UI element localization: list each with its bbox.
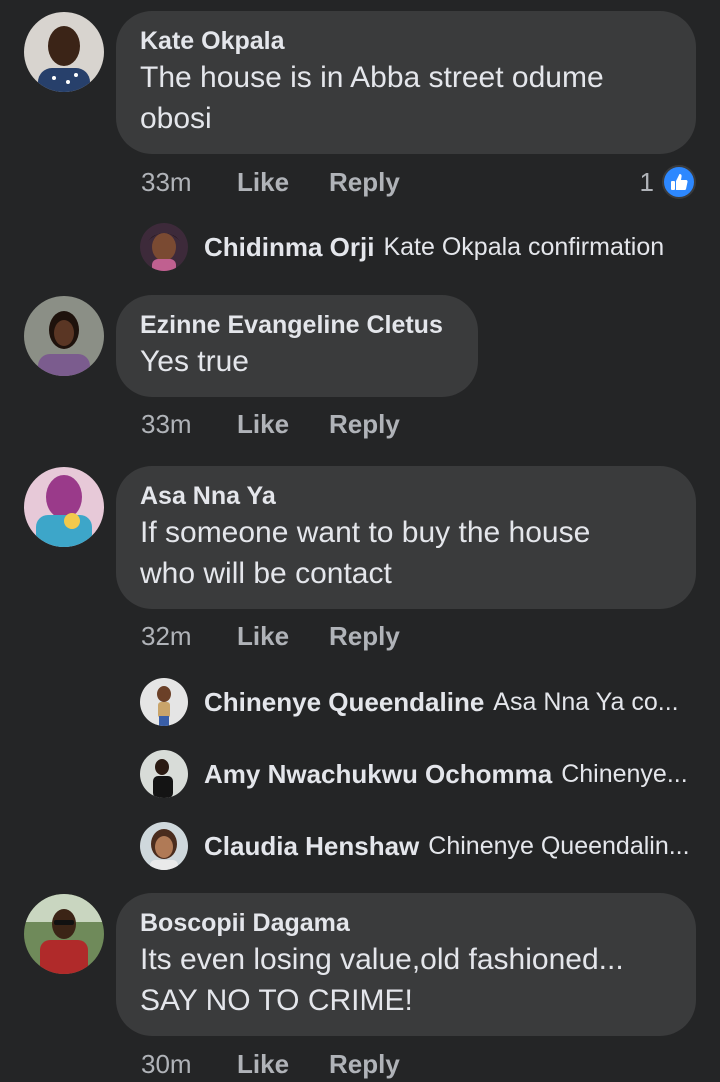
- reply-button[interactable]: Reply: [329, 1049, 400, 1080]
- comment-actions: 33m Like Reply: [141, 404, 400, 444]
- avatar[interactable]: [140, 678, 188, 726]
- avatar[interactable]: [24, 12, 104, 92]
- avatar[interactable]: [140, 750, 188, 798]
- reply-button[interactable]: Reply: [329, 167, 400, 198]
- reply-button[interactable]: Reply: [329, 621, 400, 652]
- reply-author[interactable]: Amy Nwachukwu Ochomma: [204, 759, 552, 790]
- commenter-name[interactable]: Boscopii Dagama: [140, 907, 672, 939]
- reply-preview[interactable]: Claudia Henshaw Chinenye Queendalin...: [204, 822, 704, 870]
- avatar[interactable]: [24, 296, 104, 376]
- comment-timestamp: 32m: [141, 620, 192, 651]
- reply-button[interactable]: Reply: [329, 409, 400, 440]
- reply-text: Chinenye Queendalin...: [428, 831, 690, 860]
- reply-preview[interactable]: Amy Nwachukwu Ochomma Chinenye...: [204, 750, 704, 798]
- reaction-summary[interactable]: 1: [640, 162, 696, 202]
- commenter-name[interactable]: Asa Nna Ya: [140, 480, 672, 512]
- thumbs-up-icon: [662, 165, 696, 199]
- like-button[interactable]: Like: [237, 1049, 329, 1080]
- reply-author[interactable]: Claudia Henshaw: [204, 831, 419, 862]
- comment-timestamp: 30m: [141, 1048, 192, 1079]
- commenter-name[interactable]: Kate Okpala: [140, 25, 672, 57]
- comment-text: SAY NO TO CRIME!: [140, 984, 413, 1017]
- comment-bubble: Ezinne Evangeline Cletus Yes true: [116, 295, 478, 397]
- avatar[interactable]: [140, 822, 188, 870]
- comment-text: Its even losing value,old fashioned...: [140, 943, 624, 976]
- like-button[interactable]: Like: [237, 409, 329, 440]
- reply-text: Asa Nna Ya co...: [493, 687, 679, 716]
- reply-text: Kate Okpala confirmation: [383, 232, 665, 261]
- reply-preview[interactable]: Chinenye Queendaline Asa Nna Ya co...: [204, 678, 704, 726]
- like-button[interactable]: Like: [237, 167, 329, 198]
- comment-bubble: Boscopii Dagama Its even losing value,ol…: [116, 893, 696, 1036]
- reply-text: Chinenye...: [561, 759, 688, 788]
- avatar[interactable]: [24, 467, 104, 547]
- avatar[interactable]: [24, 894, 104, 974]
- reaction-count: 1: [639, 166, 654, 197]
- comment-text: Yes true: [140, 345, 249, 378]
- avatar[interactable]: [140, 223, 188, 271]
- reply-preview[interactable]: Chidinma Orji Kate Okpala confirmation: [204, 223, 704, 271]
- like-button[interactable]: Like: [237, 621, 329, 652]
- comment-text: If someone want to buy the house: [140, 516, 591, 549]
- reply-author[interactable]: Chidinma Orji: [204, 232, 374, 263]
- comment-timestamp: 33m: [141, 408, 192, 439]
- comment-text: who will be contact: [140, 557, 392, 590]
- comment-text: The house is in Abba street odume: [140, 61, 604, 94]
- reply-author[interactable]: Chinenye Queendaline: [204, 687, 484, 718]
- comment-text: obosi: [140, 102, 212, 135]
- comment-actions: 33m Like Reply: [141, 162, 400, 202]
- comment-timestamp: 33m: [141, 166, 192, 197]
- comment-bubble: Kate Okpala The house is in Abba street …: [116, 11, 696, 154]
- comment-actions: 32m Like Reply: [141, 616, 400, 656]
- comment-actions: 30m Like Reply: [141, 1044, 400, 1082]
- commenter-name[interactable]: Ezinne Evangeline Cletus: [140, 309, 454, 341]
- comment-bubble: Asa Nna Ya If someone want to buy the ho…: [116, 466, 696, 609]
